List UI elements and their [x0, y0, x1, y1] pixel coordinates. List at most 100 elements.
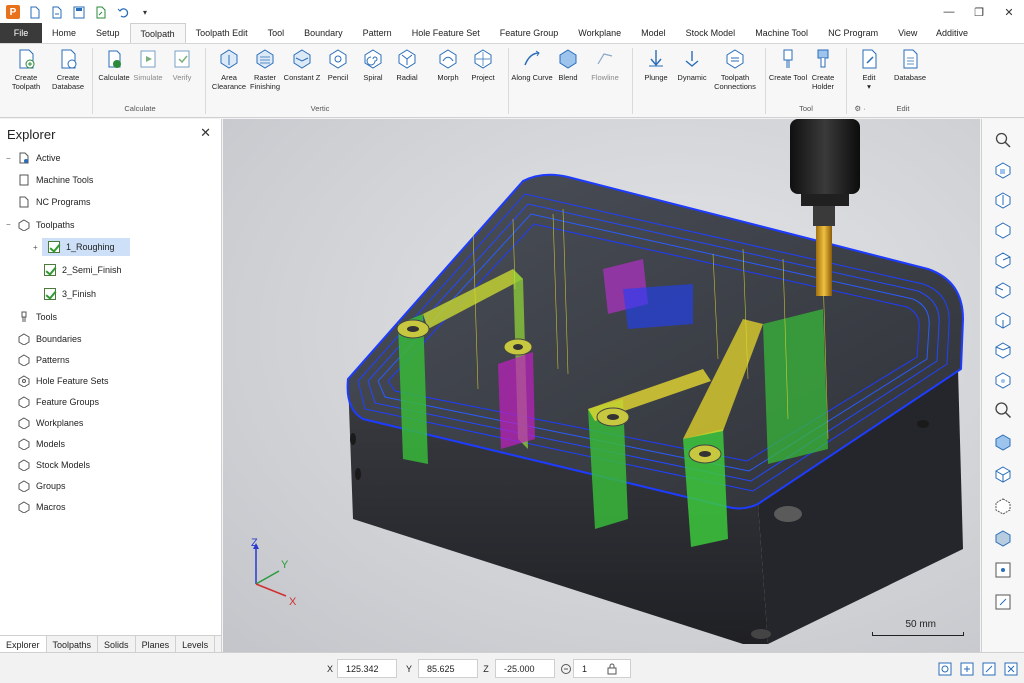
tree-item-tools[interactable]: Tools — [18, 308, 57, 326]
tab-model[interactable]: Model — [631, 23, 676, 43]
toolpath-1-checkbox[interactable] — [48, 241, 60, 253]
expander-minus-icon[interactable]: − — [6, 220, 11, 229]
section-icon[interactable] — [992, 527, 1014, 549]
tab-home[interactable]: Home — [42, 23, 86, 43]
view-iso2-icon[interactable] — [992, 369, 1014, 391]
create-holder-button[interactable]: Create Holder — [801, 48, 845, 91]
nc-programs-icon — [19, 196, 29, 208]
tab-planes[interactable]: Planes — [136, 636, 177, 653]
tab-workplane[interactable]: Workplane — [568, 23, 631, 43]
tolerance-icon[interactable] — [558, 661, 574, 677]
export-icon[interactable] — [94, 5, 108, 19]
minimize-button[interactable]: — — [934, 0, 964, 24]
expander-plus-icon[interactable]: + — [33, 243, 38, 252]
view-top-icon[interactable] — [992, 189, 1014, 211]
zoom-search-icon[interactable] — [992, 129, 1014, 151]
tree-item-toolpath-1-roughing[interactable]: 1_Roughing — [42, 238, 130, 256]
tree-item-toolpath-3-finish[interactable]: 3_Finish — [44, 285, 96, 303]
dynamic-button[interactable]: Dynamic — [670, 48, 714, 82]
tree-item-toolpaths[interactable]: Toolpaths — [18, 216, 75, 234]
z-coord-field[interactable]: -25.000 — [495, 659, 555, 678]
explorer-close-icon[interactable]: ✕ — [200, 125, 211, 141]
database-button[interactable]: Database — [888, 48, 932, 82]
tab-tool[interactable]: Tool — [258, 23, 295, 43]
transparency-icon[interactable] — [992, 495, 1014, 517]
tab-toolpath-edit[interactable]: Toolpath Edit — [186, 23, 258, 43]
tab-additive[interactable]: Additive — [926, 23, 978, 43]
view-back-icon[interactable] — [992, 309, 1014, 331]
new-file-icon[interactable] — [28, 5, 42, 19]
open-file-icon[interactable] — [50, 5, 64, 19]
create-database-button[interactable]: Create Database — [46, 48, 90, 91]
shading-icon[interactable] — [992, 431, 1014, 453]
project-button[interactable]: Project — [461, 48, 505, 82]
lock-icon[interactable] — [604, 661, 620, 677]
groups-icon — [18, 480, 30, 492]
view-front-icon[interactable] — [992, 159, 1014, 181]
toolpath-connections-button[interactable]: Toolpath Connections — [710, 48, 760, 91]
tree-item-models[interactable]: Models — [18, 435, 65, 453]
radial-button[interactable]: Radial — [385, 48, 429, 82]
view-iso-icon[interactable] — [992, 219, 1014, 241]
toolpath-2-checkbox[interactable] — [44, 264, 56, 276]
tab-hole-feature-set[interactable]: Hole Feature Set — [402, 23, 490, 43]
toolpath-3-checkbox[interactable] — [44, 288, 56, 300]
expander-minus-icon[interactable]: − — [6, 154, 11, 163]
tab-feature-group[interactable]: Feature Group — [490, 23, 569, 43]
create-toolpath-button[interactable]: Create Toolpath — [4, 48, 48, 91]
count-field[interactable]: 1 — [573, 659, 631, 678]
zoom-icon[interactable] — [992, 399, 1014, 421]
tree-item-groups[interactable]: Groups — [18, 477, 66, 495]
raster-finishing-icon — [256, 49, 274, 69]
tab-boundary[interactable]: Boundary — [294, 23, 353, 43]
create-toolpath-icon — [19, 49, 35, 69]
y-coord-field[interactable]: 85.625 — [418, 659, 478, 678]
quick-access-dropdown-icon[interactable]: ▾ — [138, 5, 152, 19]
tree-item-hole-feature-sets[interactable]: Hole Feature Sets — [18, 372, 109, 390]
close-button[interactable]: ✕ — [994, 0, 1024, 24]
tree-item-machine-tools[interactable]: Machine Tools — [18, 171, 93, 189]
tree-item-macros[interactable]: Macros — [18, 498, 66, 516]
graphics-viewport[interactable]: Z Y X 50 mm — [223, 119, 980, 652]
tab-nc-program[interactable]: NC Program — [818, 23, 888, 43]
view-reset-icon[interactable] — [1003, 661, 1019, 677]
x-coord-field[interactable]: 125.342 — [337, 659, 397, 678]
snap-icon[interactable] — [992, 591, 1014, 613]
axis-z-label: Z — [251, 537, 258, 549]
toolpaths-icon — [18, 219, 30, 231]
tab-setup[interactable]: Setup — [86, 23, 130, 43]
tab-explorer[interactable]: Explorer — [0, 636, 47, 653]
ribbon-separator — [205, 48, 206, 114]
tab-toolpaths[interactable]: Toolpaths — [47, 636, 99, 653]
tree-item-nc-programs[interactable]: NC Programs — [18, 193, 91, 211]
tab-machine-tool[interactable]: Machine Tool — [745, 23, 818, 43]
verify-button[interactable]: Verify — [160, 48, 204, 82]
maximize-button[interactable]: ❐ — [964, 0, 994, 24]
tree-item-active[interactable]: Active — [18, 149, 61, 167]
view-zoom-icon[interactable] — [959, 661, 975, 677]
view-orient-icon[interactable] — [981, 661, 997, 677]
wireframe-icon[interactable] — [992, 463, 1014, 485]
tab-view[interactable]: View — [888, 23, 927, 43]
measure-icon[interactable] — [992, 559, 1014, 581]
tree-item-stock-models[interactable]: Stock Models — [18, 456, 90, 474]
tab-levels[interactable]: Levels — [176, 636, 216, 653]
undo-icon[interactable] — [116, 5, 130, 19]
view-right-icon[interactable] — [992, 249, 1014, 271]
tab-solids[interactable]: Solids — [98, 636, 136, 653]
tree-item-workplanes[interactable]: Workplanes — [18, 414, 83, 432]
tree-item-feature-groups[interactable]: Feature Groups — [18, 393, 99, 411]
tab-file[interactable]: File — [0, 23, 42, 43]
edit-button[interactable]: Edit ▾ — [847, 48, 891, 91]
flowline-button[interactable]: Flowline — [583, 48, 627, 82]
tree-item-toolpath-2-semi-finish[interactable]: 2_Semi_Finish — [44, 261, 122, 279]
tab-pattern[interactable]: Pattern — [353, 23, 402, 43]
save-icon[interactable] — [72, 5, 86, 19]
tab-stock-model[interactable]: Stock Model — [676, 23, 746, 43]
tree-item-patterns[interactable]: Patterns — [18, 351, 70, 369]
view-fit-icon[interactable] — [937, 661, 953, 677]
tab-toolpath[interactable]: Toolpath — [129, 23, 186, 43]
view-bottom-icon[interactable] — [992, 339, 1014, 361]
view-left-icon[interactable] — [992, 279, 1014, 301]
tree-item-boundaries[interactable]: Boundaries — [18, 330, 82, 348]
